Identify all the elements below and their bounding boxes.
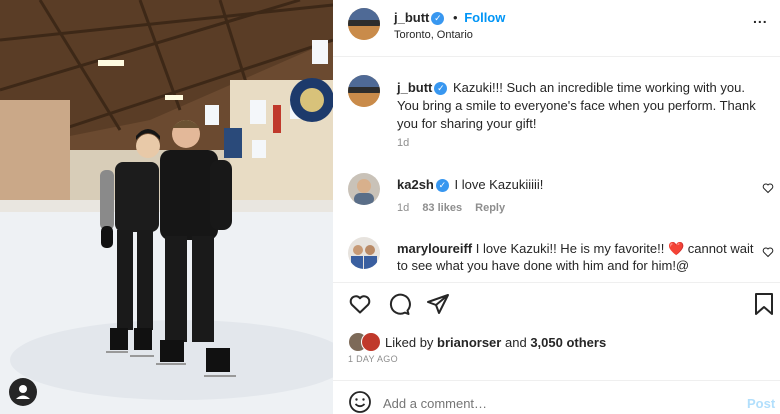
post-location[interactable]: Toronto, Ontario [394, 29, 473, 41]
more-icon[interactable]: ... [753, 10, 768, 26]
liked-by-user[interactable]: brianorser [437, 335, 501, 350]
post-panel: j_butt ✓ • Follow Toronto, Ontario ... j_… [333, 0, 780, 414]
user-tag-icon[interactable] [9, 378, 37, 406]
comment-likes[interactable]: 83 likes [422, 202, 462, 214]
post-image [0, 0, 333, 414]
caption-avatar[interactable] [348, 75, 380, 107]
caption-time: 1d [397, 137, 410, 149]
author-avatar[interactable] [348, 8, 380, 40]
header-divider [333, 56, 780, 57]
comment-meta: 1d 83 likes Reply [397, 202, 505, 214]
verified-icon: ✓ [435, 179, 449, 193]
comment-avatar[interactable] [348, 237, 380, 269]
comment-avatar[interactable] [348, 173, 380, 205]
share-icon[interactable] [426, 292, 450, 316]
comment-text: I love Kazukiiiii! [454, 177, 544, 192]
liker-avatars[interactable] [348, 332, 382, 352]
bookmark-icon[interactable] [753, 292, 775, 316]
liked-by-prefix: Liked by [385, 335, 434, 350]
comment-username[interactable]: maryloureiff [397, 241, 472, 256]
comment-icon[interactable] [387, 292, 411, 316]
liked-by-others[interactable]: 3,050 others [530, 335, 606, 350]
heart-icon[interactable] [348, 292, 372, 316]
likes-summary: Liked by brianorser and 3,050 others [385, 335, 606, 350]
verified-icon: ✓ [431, 12, 445, 26]
comment-like-icon[interactable] [762, 246, 774, 258]
comment-body: maryloureiff I love Kazuki!! He is my fa… [397, 240, 757, 274]
reply-button[interactable]: Reply [475, 202, 505, 214]
comment-username[interactable]: ka2sh [397, 177, 434, 192]
caption-text: Kazuki!!! Such an incredible time workin… [397, 80, 756, 131]
liked-by-and: and [504, 335, 527, 350]
actions-divider [333, 282, 780, 283]
post-header: j_butt ✓ • Follow [394, 10, 505, 26]
comment-body: ka2sh ✓ I love Kazukiiiii! [397, 177, 544, 193]
liker-avatar [361, 332, 381, 352]
caption-username[interactable]: j_butt [397, 80, 432, 95]
emoji-icon[interactable] [348, 390, 372, 414]
comment-input[interactable] [383, 393, 713, 413]
comment-divider [333, 380, 780, 381]
post-photo[interactable] [0, 0, 333, 414]
comment-time: 1d [397, 202, 410, 214]
comment-like-icon[interactable] [762, 182, 774, 194]
verified-icon: ✓ [434, 82, 448, 96]
follow-button[interactable]: Follow [464, 10, 505, 25]
post-comment-button[interactable]: Post [747, 396, 775, 411]
caption-block: j_butt ✓ Kazuki!!! Such an incredible tim… [397, 79, 767, 133]
author-username[interactable]: j_butt [394, 10, 429, 25]
separator-dot: • [453, 10, 458, 25]
post-date[interactable]: 1 DAY AGO [348, 354, 398, 364]
